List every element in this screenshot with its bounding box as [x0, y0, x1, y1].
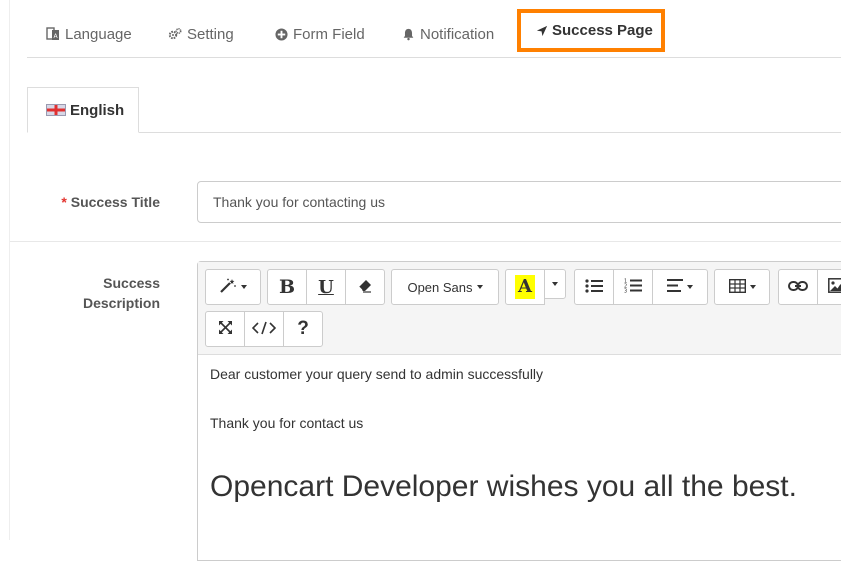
eraser-icon: [357, 279, 373, 296]
insert-link-button[interactable]: [778, 269, 818, 305]
uk-flag-icon: [46, 104, 66, 116]
top-tab-bar: A Language Setting Form Field Notificati…: [27, 0, 841, 58]
content-line-2: Thank you for contact us: [210, 415, 364, 431]
success-title-label: * Success Title: [40, 194, 160, 210]
paragraph-align-dropdown[interactable]: [652, 269, 708, 305]
tab-notification[interactable]: Notification: [400, 12, 494, 56]
insert-image-button[interactable]: [817, 269, 841, 305]
success-description-label-line2: Description: [82, 295, 160, 311]
align-left-icon: [667, 279, 683, 295]
content-line-1: Dear customer your query send to admin s…: [210, 366, 544, 382]
fullscreen-button[interactable]: [205, 311, 245, 347]
tab-success-page-label: Success Page: [552, 22, 653, 39]
bell-icon: [400, 26, 416, 42]
code-view-button[interactable]: [244, 311, 284, 347]
language-tab-bar: English: [27, 87, 841, 133]
question-icon: ?: [297, 318, 309, 339]
code-icon: [251, 321, 277, 338]
rich-text-editor: B U Open Sans A 123 ? Dear customer your…: [197, 261, 841, 561]
bold-icon: B: [278, 276, 296, 298]
tab-english[interactable]: English: [27, 87, 139, 133]
style-dropdown-button[interactable]: [205, 269, 261, 305]
success-description-label-line1: Success: [103, 275, 160, 291]
color-dropdown-button[interactable]: [544, 269, 566, 299]
underline-button[interactable]: U: [306, 269, 346, 305]
highlight-a-icon: A: [515, 275, 535, 299]
tab-language[interactable]: A Language: [45, 12, 132, 56]
bold-button[interactable]: B: [267, 269, 307, 305]
underline-icon: U: [318, 276, 334, 298]
tab-setting-label: Setting: [187, 25, 234, 43]
tab-form-field-label: Form Field: [293, 25, 365, 43]
chevron-down-icon: [552, 282, 558, 286]
table-icon: [728, 278, 746, 296]
tab-form-field[interactable]: Form Field: [273, 12, 365, 56]
chevron-down-icon: [476, 285, 483, 289]
success-title-input[interactable]: [197, 181, 841, 223]
success-description-label: Success Description: [40, 273, 160, 313]
row-divider: [10, 241, 841, 242]
required-mark: *: [61, 194, 67, 210]
success-title-label-text: Success Title: [70, 194, 160, 210]
tab-language-label: Language: [65, 25, 132, 43]
language-icon: A: [45, 26, 61, 42]
magic-wand-icon: [219, 278, 237, 297]
list-ol-icon: 123: [624, 278, 642, 296]
chevron-down-icon: [749, 285, 756, 289]
font-family-dropdown[interactable]: Open Sans: [391, 269, 499, 305]
list-ul-icon: [585, 278, 603, 296]
chevron-down-icon: [241, 285, 247, 289]
clear-format-button[interactable]: [345, 269, 385, 305]
svg-text:3: 3: [624, 289, 627, 294]
tab-setting[interactable]: Setting: [167, 12, 234, 56]
location-arrow-icon: [536, 23, 548, 39]
tab-english-label: English: [70, 101, 125, 119]
tab-notification-label: Notification: [420, 25, 495, 43]
left-border: [9, 0, 10, 540]
image-icon: [828, 278, 841, 296]
plus-circle-icon: [273, 26, 289, 42]
link-icon: [788, 279, 808, 295]
table-dropdown-button[interactable]: [714, 269, 770, 305]
highlight-color-button[interactable]: A: [505, 269, 545, 305]
tab-success-page[interactable]: Success Page: [517, 9, 665, 52]
ordered-list-button[interactable]: 123: [613, 269, 653, 305]
font-family-value: Open Sans: [407, 279, 473, 295]
expand-icon: [218, 320, 233, 338]
help-button[interactable]: ?: [283, 311, 323, 347]
content-heading: Opencart Developer wishes you all the be…: [210, 470, 797, 503]
gears-icon: [167, 26, 183, 42]
unordered-list-button[interactable]: [574, 269, 614, 305]
chevron-down-icon: [687, 285, 693, 289]
